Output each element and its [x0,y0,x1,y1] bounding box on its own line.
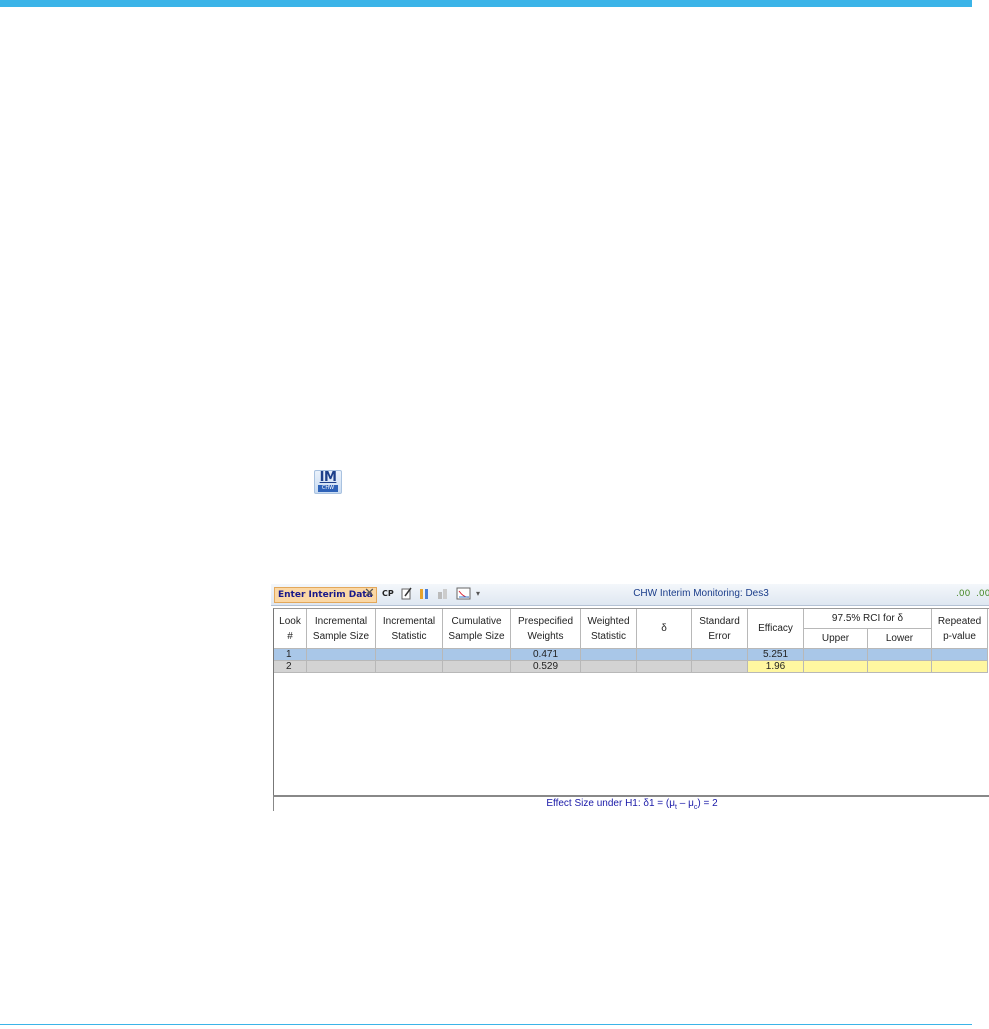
row1-prespecified-weights[interactable]: 0.471 [511,649,581,661]
row1-look[interactable]: 1 [274,649,307,661]
row1-repeated-p-value[interactable] [932,649,988,661]
chart-icon[interactable] [436,587,450,601]
row2-upper[interactable] [804,661,868,673]
decimal-increase-icon[interactable]: .00 [956,587,970,601]
im-icon-label: IM [319,470,337,485]
im-chw-icon[interactable]: IM CHW [314,470,342,494]
row2-prespecified-weights[interactable]: 0.529 [511,661,581,673]
row2-delta[interactable] [637,661,692,673]
row1-cumulative-sample-size[interactable] [443,649,511,661]
decimal-decrease-icon[interactable]: .00 [976,587,989,601]
col-header-upper: Upper [804,629,868,649]
col-header-delta: δ [637,609,692,649]
row1-efficacy[interactable]: 5.251 [748,649,804,661]
row1-weighted-statistic[interactable] [581,649,637,661]
row1-delta[interactable] [637,649,692,661]
interim-monitoring-panel: Enter Interim Data ✕ CP ▾ CHW Interim Mo… [271,584,989,811]
col-header-standard-error: Standard Error [692,609,748,649]
col-header-incremental-sample-size: Incremental Sample Size [307,609,376,649]
effect-size-footer: Effect Size under H1: δ1 = (μt – μc) = 2 [273,797,989,811]
col-header-cumulative-sample-size: Cumulative Sample Size [443,609,511,649]
row1-lower[interactable] [868,649,932,661]
edit-icon[interactable] [401,587,413,601]
row2-lower[interactable] [868,661,932,673]
row2-standard-error[interactable] [692,661,748,673]
col-header-weighted-statistic: Weighted Statistic [581,609,637,649]
col-header-look: Look # [274,609,307,649]
col-header-efficacy: Efficacy [748,609,804,649]
row1-standard-error[interactable] [692,649,748,661]
row2-look[interactable]: 2 [274,661,307,673]
col-header-prespecified-weights: Prespecified Weights [511,609,581,649]
enter-interim-data-button[interactable]: Enter Interim Data [274,587,377,603]
top-accent-rule [0,0,972,7]
dropdown-arrow-icon[interactable]: ▾ [476,587,480,601]
interim-data-table: Look # Incremental Sample Size Incremental… [273,608,989,796]
row2-cumulative-sample-size[interactable] [443,661,511,673]
row2-efficacy[interactable]: 1.96 [748,661,804,673]
chw-icon-label: CHW [318,485,338,492]
col-header-lower: Lower [868,629,932,649]
col-header-repeated-p-value: Repeated p-value [932,609,988,649]
row2-incremental-sample-size[interactable] [307,661,376,673]
toolbar: Enter Interim Data ✕ CP ▾ CHW Interim Mo… [271,584,989,606]
row2-repeated-p-value[interactable] [932,661,988,673]
close-icon[interactable]: ✕ [364,587,375,601]
row2-incremental-statistic[interactable] [376,661,443,673]
col-header-incremental-statistic: Incremental Statistic [376,609,443,649]
col-header-rci-group: 97.5% RCI for δ [804,609,932,629]
row1-incremental-sample-size[interactable] [307,649,376,661]
row1-upper[interactable] [804,649,868,661]
toolbar-title: CHW Interim Monitoring: Des3 [633,588,769,599]
plot-icon[interactable] [456,587,472,601]
bar-chart-icon[interactable] [419,587,431,601]
bottom-accent-rule [0,1024,972,1025]
row2-weighted-statistic[interactable] [581,661,637,673]
cp-button[interactable]: CP [382,587,394,601]
row1-incremental-statistic[interactable] [376,649,443,661]
